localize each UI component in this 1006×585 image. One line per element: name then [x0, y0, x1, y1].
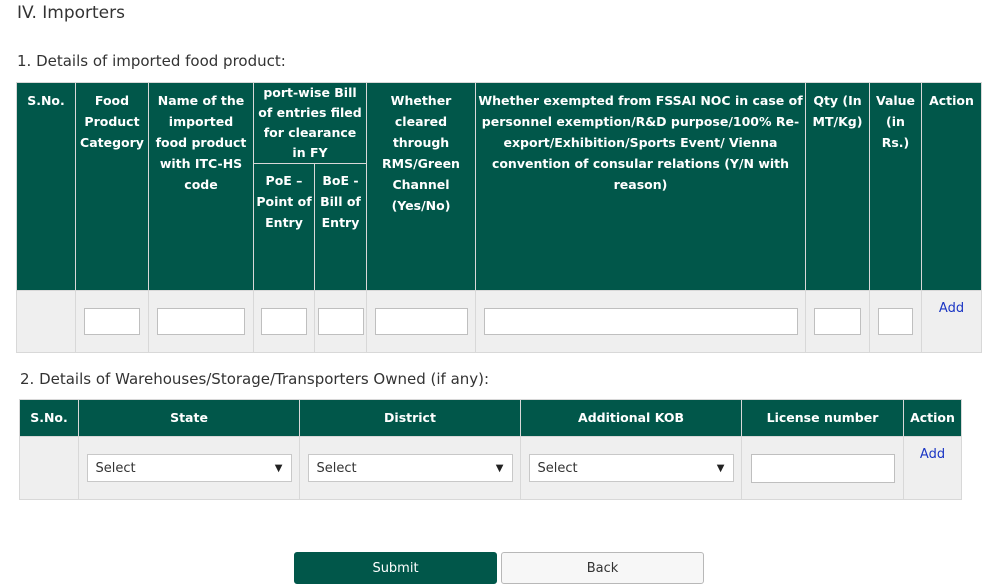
chevron-down-icon: ▼	[716, 462, 725, 474]
kob-select-value: Select	[537, 460, 578, 476]
exempted-input[interactable]	[483, 308, 798, 335]
rms-input[interactable]	[374, 308, 468, 335]
col-header-product-name: Name of the imported food product with I…	[148, 82, 254, 291]
col-header-kob: Additional KOB	[520, 399, 742, 437]
col-header-state: State	[78, 399, 300, 437]
value-input[interactable]	[878, 308, 913, 335]
kob-select[interactable]: Select ▼	[528, 454, 734, 482]
submit-button[interactable]: Submit	[294, 552, 497, 584]
district-select[interactable]: Select ▼	[307, 454, 513, 482]
chevron-down-icon: ▼	[274, 462, 283, 474]
warehouses-table: S.No. State District Additional KOB Lice…	[19, 399, 962, 500]
col-header-license: License number	[741, 399, 904, 437]
district-select-value: Select	[316, 460, 357, 476]
col-header-rms: Whether cleared through RMS/Green Channe…	[366, 82, 476, 291]
col-header-boe: BoE - Bill of Entry	[314, 163, 367, 291]
state-select-value: Select	[95, 460, 136, 476]
state-select[interactable]: Select ▼	[86, 454, 292, 482]
col-header-exempted: Whether exempted from FSSAI NOC in case …	[475, 82, 806, 291]
col-header-action: Action	[921, 82, 982, 291]
col-header-sno: S.No.	[19, 399, 79, 437]
col-header-poe: PoE – Point of Entry	[253, 163, 315, 291]
product-name-input[interactable]	[157, 308, 245, 335]
sno-cell	[19, 436, 79, 500]
chevron-down-icon: ▼	[495, 462, 504, 474]
col-header-qty: Qty (In MT/Kg)	[805, 82, 870, 291]
back-button[interactable]: Back	[501, 552, 704, 584]
col-header-sno: S.No.	[16, 82, 76, 291]
warehouses-table-title: 2. Details of Warehouses/Storage/Transpo…	[20, 370, 490, 388]
poe-input[interactable]	[261, 308, 307, 335]
add-product-link[interactable]: Add	[939, 301, 964, 316]
col-header-food-category: Food Product Category	[75, 82, 149, 291]
col-header-port-group: port-wise Bill of entries filed for clea…	[253, 82, 367, 164]
section-title: IV. Importers	[17, 3, 125, 23]
add-warehouse-link[interactable]: Add	[920, 447, 945, 462]
food-category-input[interactable]	[84, 308, 140, 335]
col-header-value: Value (in Rs.)	[869, 82, 922, 291]
col-header-district: District	[299, 399, 521, 437]
qty-input[interactable]	[814, 308, 861, 335]
table-row: Select ▼ Select ▼ Select ▼ Add	[19, 436, 962, 500]
license-number-input[interactable]	[750, 453, 895, 483]
table-row: Add	[16, 290, 982, 353]
boe-input[interactable]	[317, 308, 364, 335]
col-header-action: Action	[903, 399, 962, 437]
sno-cell	[16, 290, 76, 353]
imported-products-table: S.No. Food Product Category Name of the …	[16, 82, 982, 353]
products-table-title: 1. Details of imported food product:	[17, 52, 286, 70]
